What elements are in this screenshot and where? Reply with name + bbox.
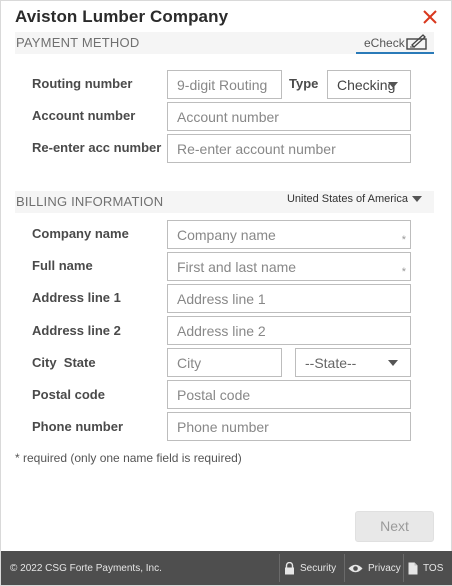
reenter-account-placeholder: Re-enter account number bbox=[177, 141, 336, 157]
full-name-input[interactable]: First and last name * bbox=[167, 252, 411, 281]
address-line-1-input[interactable]: Address line 1 bbox=[167, 284, 411, 313]
phone-number-input[interactable]: Phone number bbox=[167, 412, 411, 441]
account-number-input[interactable]: Account number bbox=[167, 102, 411, 131]
reenter-account-input[interactable]: Re-enter account number bbox=[167, 134, 411, 163]
country-value: United States of America bbox=[286, 193, 408, 205]
address-line-1-label: Address line 1 bbox=[32, 290, 121, 305]
payment-method-header: PAYMENT METHOD eCheck bbox=[15, 32, 434, 54]
full-name-label: Full name bbox=[32, 258, 93, 273]
routing-number-placeholder: 9-digit Routing bbox=[177, 77, 268, 93]
address-line-2-label: Address line 2 bbox=[32, 323, 121, 338]
routing-number-label: Routing number bbox=[32, 76, 133, 91]
billing-info-label: BILLING INFORMATION bbox=[16, 194, 164, 209]
dialog-title: Aviston Lumber Company bbox=[15, 7, 229, 26]
document-icon bbox=[408, 562, 418, 574]
company-name-label: Company name bbox=[32, 226, 129, 241]
footer: © 2022 CSG Forte Payments, Inc. Security… bbox=[1, 551, 452, 585]
phone-number-label: Phone number bbox=[32, 419, 124, 434]
account-number-placeholder: Account number bbox=[177, 109, 279, 125]
close-icon[interactable] bbox=[420, 7, 440, 27]
echeck-tab-label: eCheck bbox=[364, 36, 405, 50]
country-select[interactable]: United States of America bbox=[287, 193, 422, 205]
privacy-link[interactable]: Privacy bbox=[348, 559, 401, 577]
lock-icon bbox=[285, 561, 294, 574]
payment-method-label: PAYMENT METHOD bbox=[16, 35, 140, 50]
account-type-label: Type bbox=[289, 76, 319, 91]
privacy-label: Privacy bbox=[368, 562, 401, 574]
check-sign-icon bbox=[406, 34, 427, 50]
chevron-down-icon bbox=[388, 360, 398, 366]
footer-divider bbox=[279, 554, 280, 582]
copyright-text: © 2022 CSG Forte Payments, Inc. bbox=[10, 563, 162, 574]
account-type-select[interactable]: Checking bbox=[327, 70, 411, 99]
routing-number-input[interactable]: 9-digit Routing bbox=[167, 70, 282, 99]
tos-label: TOS bbox=[423, 562, 444, 574]
required-mark: * bbox=[401, 234, 406, 246]
account-number-label: Account number bbox=[32, 108, 136, 123]
postal-code-label: Postal code bbox=[32, 387, 105, 402]
payment-dialog: Aviston Lumber Company PAYMENT METHOD eC… bbox=[0, 0, 452, 586]
postal-code-input[interactable]: Postal code bbox=[167, 380, 411, 409]
eye-icon bbox=[348, 564, 363, 572]
state-select[interactable]: --State-- bbox=[295, 348, 411, 377]
state-value: --State-- bbox=[305, 355, 357, 371]
full-name-placeholder: First and last name bbox=[177, 259, 297, 275]
billing-info-header: BILLING INFORMATION United States of Ame… bbox=[15, 191, 434, 213]
required-mark: * bbox=[401, 266, 406, 278]
address-line-2-placeholder: Address line 2 bbox=[177, 323, 266, 339]
security-label: Security bbox=[300, 562, 337, 574]
caret-down-icon bbox=[412, 196, 422, 203]
phone-number-placeholder: Phone number bbox=[177, 419, 269, 435]
footer-divider bbox=[403, 554, 404, 582]
city-state-label: City State bbox=[32, 355, 96, 370]
address-line-1-placeholder: Address line 1 bbox=[177, 291, 266, 307]
company-name-input[interactable]: Company name * bbox=[167, 220, 411, 249]
required-note: * required (only one name field is requi… bbox=[15, 451, 242, 465]
company-name-placeholder: Company name bbox=[177, 227, 276, 243]
city-placeholder: City bbox=[177, 355, 202, 371]
footer-divider bbox=[344, 554, 345, 582]
reenter-account-label: Re-enter acc number bbox=[32, 140, 162, 155]
postal-code-placeholder: Postal code bbox=[177, 387, 251, 403]
address-line-2-input[interactable]: Address line 2 bbox=[167, 316, 411, 345]
tos-link[interactable]: TOS bbox=[408, 559, 443, 577]
next-button[interactable]: Next bbox=[355, 511, 434, 542]
account-type-value: Checking bbox=[337, 77, 396, 93]
city-input[interactable]: City bbox=[167, 348, 282, 377]
security-link[interactable]: Security bbox=[284, 559, 336, 577]
tab-echeck[interactable]: eCheck bbox=[356, 32, 434, 54]
chevron-down-icon bbox=[388, 82, 398, 88]
